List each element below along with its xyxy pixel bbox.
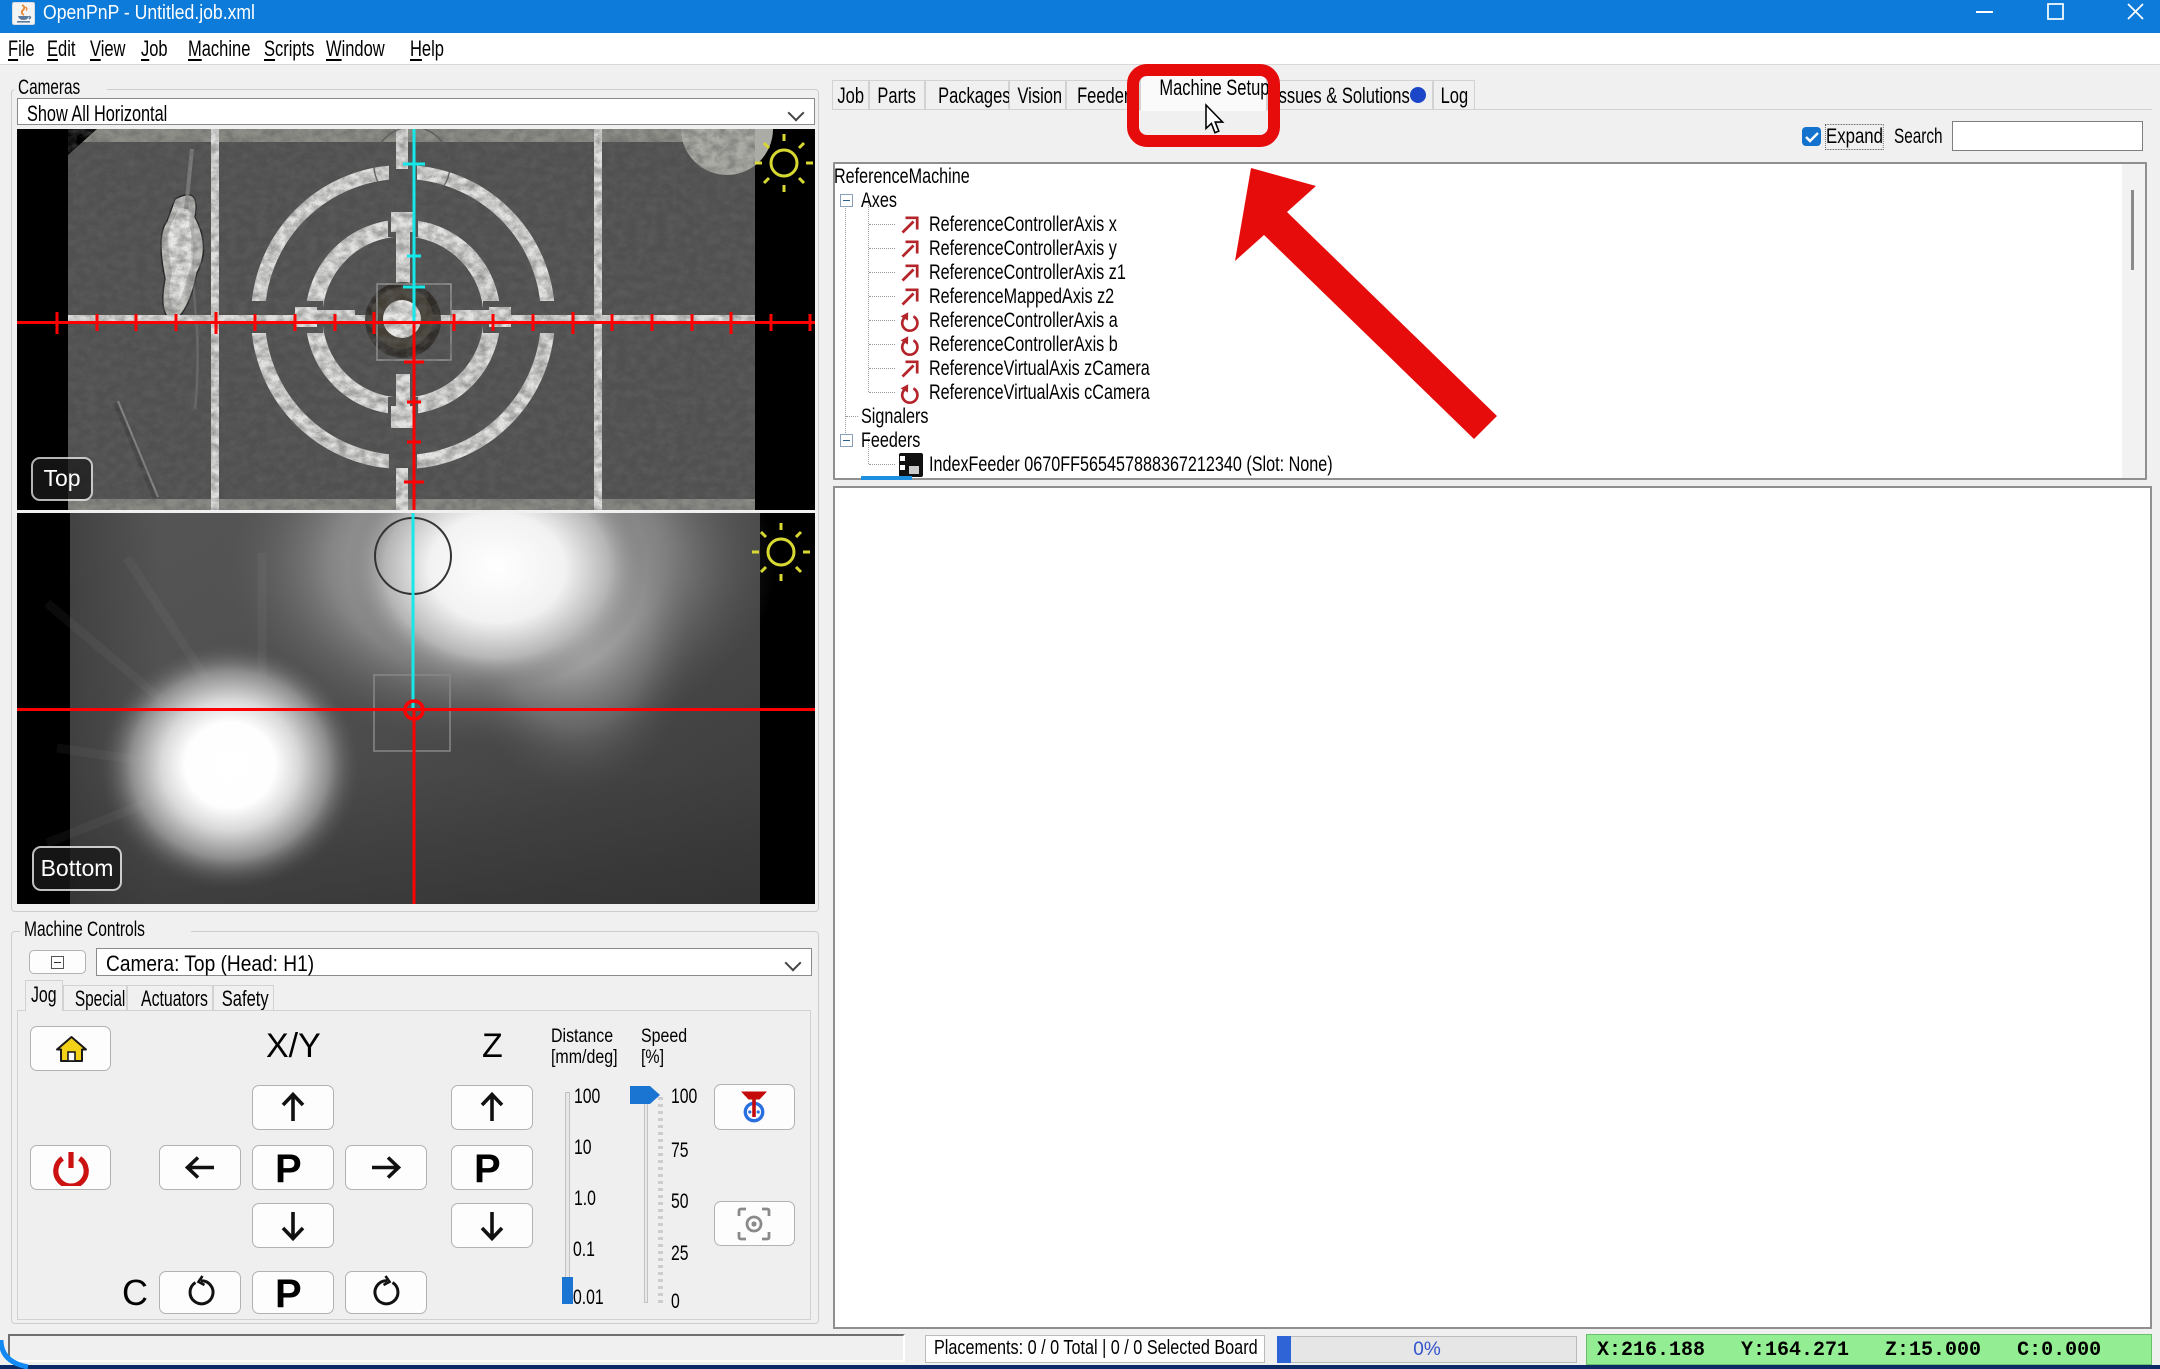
svg-text:Bottom: Bottom	[41, 855, 114, 881]
svg-text:Top: Top	[43, 465, 80, 491]
